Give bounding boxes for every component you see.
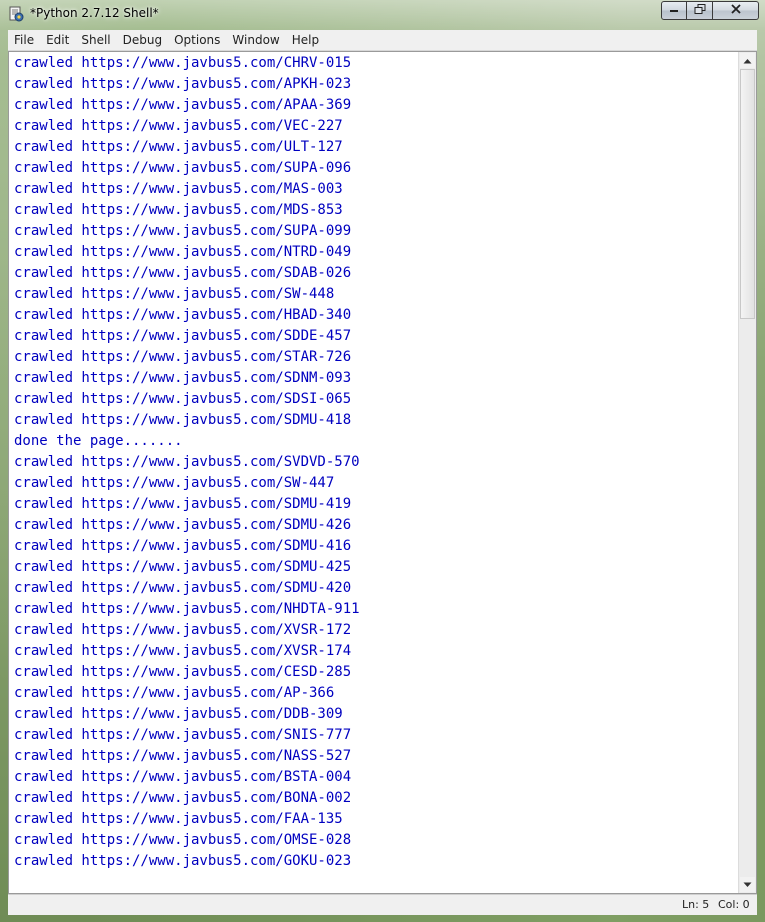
output-line: crawled https://www.javbus5.com/STAR-726 xyxy=(14,349,352,365)
minimize-icon xyxy=(669,4,679,17)
output-line: crawled https://www.javbus5.com/XVSR-174 xyxy=(14,643,352,659)
title-bar[interactable]: *Python 2.7.12 Shell* xyxy=(0,0,765,28)
menu-help[interactable]: Help xyxy=(286,30,325,50)
output-line: crawled https://www.javbus5.com/SDMU-416 xyxy=(14,538,352,554)
shell-output[interactable]: crawled https://www.javbus5.com/CHRV-015… xyxy=(14,53,739,893)
output-line: crawled https://www.javbus5.com/SDSI-065 xyxy=(14,391,352,407)
menu-debug[interactable]: Debug xyxy=(117,30,168,50)
maximize-icon xyxy=(694,4,706,17)
output-line: crawled https://www.javbus5.com/HBAD-340 xyxy=(14,307,352,323)
output-line: crawled https://www.javbus5.com/GOKU-023 xyxy=(14,853,352,869)
scroll-down-arrow-icon[interactable] xyxy=(740,877,755,892)
close-icon xyxy=(730,4,741,17)
output-line: crawled https://www.javbus5.com/NASS-527 xyxy=(14,748,352,764)
status-column-number: Col: 0 xyxy=(718,898,750,911)
output-line: crawled https://www.javbus5.com/ULT-127 xyxy=(14,139,343,155)
output-line: crawled https://www.javbus5.com/APAA-369 xyxy=(14,97,352,113)
output-line: crawled https://www.javbus5.com/NHDTA-91… xyxy=(14,601,360,617)
output-line: crawled https://www.javbus5.com/SDMU-419 xyxy=(14,496,352,512)
status-bar: Ln: 5 Col: 0 xyxy=(8,894,757,915)
window-frame: *Python 2.7.12 Shell* File Edit Shell De… xyxy=(0,0,765,922)
output-line: crawled https://www.javbus5.com/SVDVD-57… xyxy=(14,454,360,470)
output-line: crawled https://www.javbus5.com/XVSR-172 xyxy=(14,622,352,638)
menu-options[interactable]: Options xyxy=(168,30,226,50)
output-line: crawled https://www.javbus5.com/SDMU-418 xyxy=(14,412,352,428)
output-line: crawled https://www.javbus5.com/CHRV-015 xyxy=(14,55,352,71)
caption-buttons xyxy=(661,1,759,21)
output-line: crawled https://www.javbus5.com/SDDE-457 xyxy=(14,328,352,344)
output-line: crawled https://www.javbus5.com/APKH-023 xyxy=(14,76,352,92)
output-line: done the page....... xyxy=(14,433,183,449)
output-line: crawled https://www.javbus5.com/MDS-853 xyxy=(14,202,343,218)
output-line: crawled https://www.javbus5.com/AP-366 xyxy=(14,685,335,701)
output-line: crawled https://www.javbus5.com/SUPA-099 xyxy=(14,223,352,239)
output-line: crawled https://www.javbus5.com/FAA-135 xyxy=(14,811,343,827)
vertical-scrollbar[interactable] xyxy=(738,52,756,893)
output-line: crawled https://www.javbus5.com/SDNM-093 xyxy=(14,370,352,386)
output-line: crawled https://www.javbus5.com/SW-448 xyxy=(14,286,335,302)
output-line: crawled https://www.javbus5.com/SDMU-426 xyxy=(14,517,352,533)
output-line: crawled https://www.javbus5.com/SDAB-026 xyxy=(14,265,352,281)
window-title: *Python 2.7.12 Shell* xyxy=(30,6,159,20)
scrollbar-thumb[interactable] xyxy=(740,69,755,319)
output-line: crawled https://www.javbus5.com/SW-447 xyxy=(14,475,335,491)
close-button[interactable] xyxy=(713,1,759,20)
menu-shell[interactable]: Shell xyxy=(75,30,116,50)
menu-window[interactable]: Window xyxy=(226,30,285,50)
menu-edit[interactable]: Edit xyxy=(40,30,75,50)
maximize-button[interactable] xyxy=(687,1,713,20)
output-line: crawled https://www.javbus5.com/NTRD-049 xyxy=(14,244,352,260)
output-line: crawled https://www.javbus5.com/VEC-227 xyxy=(14,118,343,134)
menu-bar: File Edit Shell Debug Options Window Hel… xyxy=(8,30,757,51)
output-line: crawled https://www.javbus5.com/SDMU-425 xyxy=(14,559,352,575)
output-line: crawled https://www.javbus5.com/DDB-309 xyxy=(14,706,343,722)
output-line: crawled https://www.javbus5.com/MAS-003 xyxy=(14,181,343,197)
python-idle-icon[interactable] xyxy=(8,6,24,22)
output-line: crawled https://www.javbus5.com/BONA-002 xyxy=(14,790,352,806)
output-line: crawled https://www.javbus5.com/BSTA-004 xyxy=(14,769,352,785)
output-line: crawled https://www.javbus5.com/SUPA-096 xyxy=(14,160,352,176)
status-line-number: Ln: 5 xyxy=(682,898,710,911)
output-line: crawled https://www.javbus5.com/SNIS-777 xyxy=(14,727,352,743)
output-line: crawled https://www.javbus5.com/CESD-285 xyxy=(14,664,352,680)
scroll-up-arrow-icon[interactable] xyxy=(740,53,755,68)
menu-file[interactable]: File xyxy=(8,30,40,50)
minimize-button[interactable] xyxy=(661,1,687,20)
output-line: crawled https://www.javbus5.com/OMSE-028 xyxy=(14,832,352,848)
shell-editor[interactable]: crawled https://www.javbus5.com/CHRV-015… xyxy=(8,51,757,894)
output-line: crawled https://www.javbus5.com/SDMU-420 xyxy=(14,580,352,596)
